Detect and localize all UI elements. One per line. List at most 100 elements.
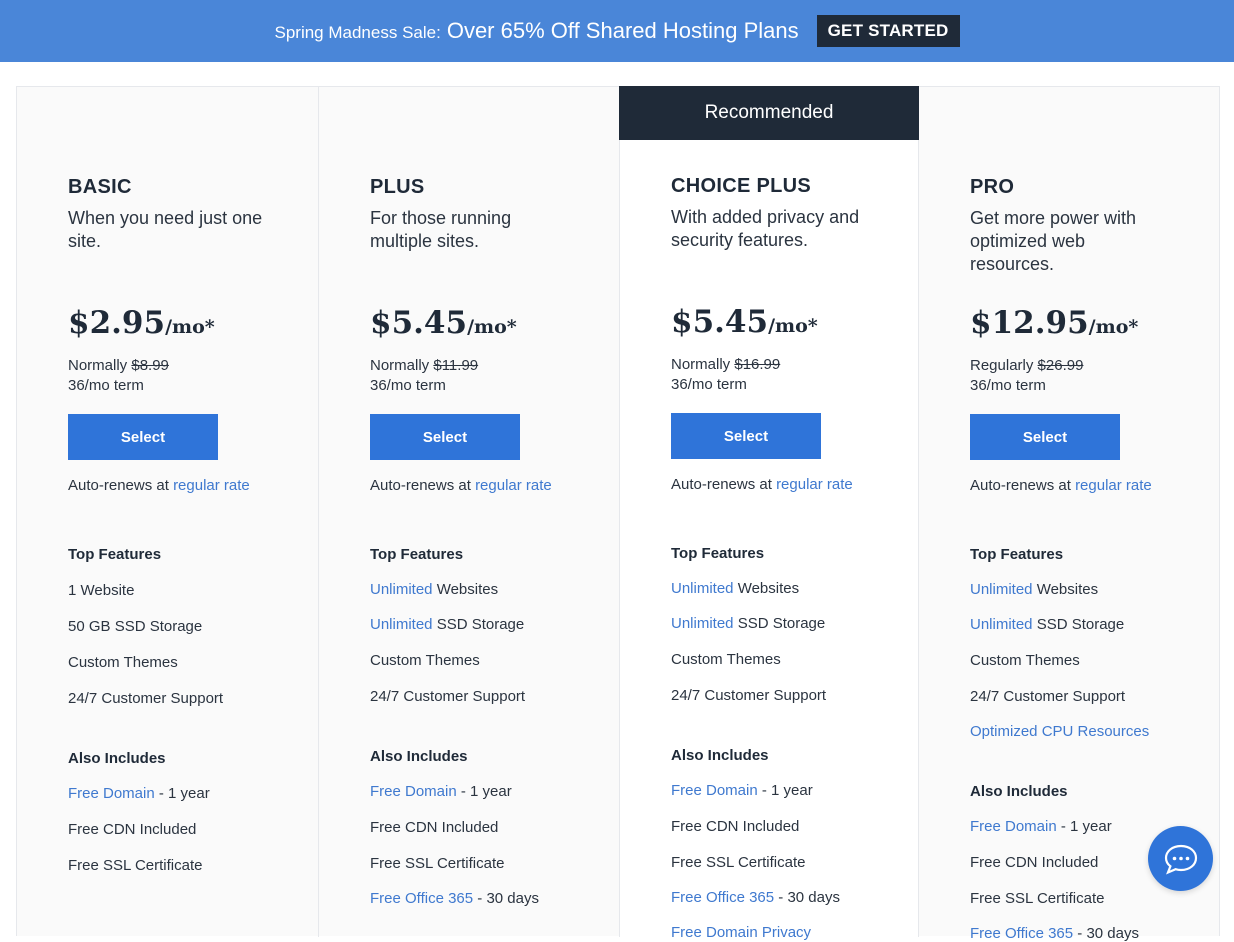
normal-price-strikethrough: $16.99 xyxy=(734,356,781,373)
also-includes-item: Free Domain Privacy xyxy=(671,924,811,941)
include-link[interactable]: Free Domain xyxy=(671,782,758,799)
feature-item: Unlimited SSD Storage xyxy=(370,616,524,633)
feature-text: 50 GB SSD Storage xyxy=(68,618,203,635)
normal-price-line: Normally $11.99 xyxy=(370,357,478,374)
feature-text: Websites xyxy=(432,581,499,598)
select-button[interactable]: Select xyxy=(68,414,218,460)
also-includes-item: Free Office 365 - 30 days xyxy=(671,889,840,906)
also-includes-item: Free Office 365 - 30 days xyxy=(970,925,1139,942)
plan-column-pro: PRO Get more power with optimized web res… xyxy=(919,87,1220,942)
term-length: 36/mo term xyxy=(970,377,1046,394)
plan-column-plus: PLUS For those running multiple sites. $5.… xyxy=(318,87,619,937)
feature-text: Websites xyxy=(733,580,800,597)
plan-name: PLUS xyxy=(370,176,425,198)
feature-link[interactable]: Unlimited xyxy=(671,615,734,632)
plan-description: When you need just one site. xyxy=(68,208,263,251)
also-includes-item: Free SSL Certificate xyxy=(970,890,1105,907)
include-text: Free CDN Included xyxy=(671,818,800,835)
include-text: - 1 year xyxy=(154,785,210,802)
feature-item: Custom Themes xyxy=(970,652,1080,669)
feature-item: 24/7 Customer Support xyxy=(671,687,826,704)
include-text: Free SSL Certificate xyxy=(68,857,203,874)
include-link[interactable]: Free Domain xyxy=(370,783,457,800)
top-features-title: Top Features xyxy=(970,546,1064,563)
feature-item: Optimized CPU Resources xyxy=(970,723,1149,740)
select-button[interactable]: Select xyxy=(370,414,520,460)
include-link[interactable]: Free Office 365 xyxy=(970,925,1073,942)
feature-link[interactable]: Unlimited xyxy=(370,581,433,598)
select-button[interactable]: Select xyxy=(970,414,1120,460)
regular-rate-link[interactable]: regular rate xyxy=(776,476,853,493)
regular-rate-link[interactable]: regular rate xyxy=(475,477,552,494)
pricing-table: PRO Get more power with optimized web res… xyxy=(16,86,1220,942)
term-length: 36/mo term xyxy=(68,377,144,394)
feature-item: 50 GB SSD Storage xyxy=(68,618,202,635)
feature-item: 24/7 Customer Support xyxy=(370,688,525,705)
include-text: Free CDN Included xyxy=(68,821,197,838)
also-includes-item: Free Domain - 1 year xyxy=(671,782,813,799)
feature-item: 24/7 Customer Support xyxy=(68,690,223,707)
get-started-button[interactable]: GET STARTED xyxy=(816,15,960,47)
plan-price: $12.95/mo* xyxy=(970,305,1138,341)
feature-item: Custom Themes xyxy=(671,651,781,668)
feature-link[interactable]: Unlimited xyxy=(970,616,1033,633)
feature-item: Unlimited SSD Storage xyxy=(671,615,825,632)
plan-price: $5.45/mo* xyxy=(671,304,818,340)
include-text: - 30 days xyxy=(473,890,539,907)
price-unit: /mo* xyxy=(1088,316,1139,338)
include-link[interactable]: Free Domain Privacy xyxy=(671,924,811,941)
include-text: Free SSL Certificate xyxy=(970,890,1105,907)
feature-text: Custom Themes xyxy=(671,651,781,668)
also-includes-item: Free Office 365 - 30 days xyxy=(370,890,539,907)
include-link[interactable]: Free Domain xyxy=(68,785,155,802)
plan-column-basic: BASIC When you need just one site. $2.95/m… xyxy=(17,87,318,937)
promo-headline: Over 65% Off Shared Hosting Plans xyxy=(446,18,799,43)
also-includes-item: Free Domain - 1 year xyxy=(970,818,1112,835)
price-amount: $5.45 xyxy=(370,305,468,341)
price-amount: $5.45 xyxy=(671,304,769,340)
normal-price-label: Normally xyxy=(370,357,430,374)
chat-button[interactable] xyxy=(1148,826,1213,891)
price-unit: /mo* xyxy=(768,315,818,337)
also-includes-item: Free CDN Included xyxy=(370,819,498,836)
feature-item: Unlimited SSD Storage xyxy=(970,616,1124,633)
price-unit: /mo* xyxy=(467,316,517,338)
feature-text: 24/7 Customer Support xyxy=(970,688,1126,705)
feature-link[interactable]: Optimized CPU Resources xyxy=(970,723,1149,740)
feature-item: Unlimited Websites xyxy=(671,580,799,597)
feature-text: 24/7 Customer Support xyxy=(370,688,526,705)
include-text: Free CDN Included xyxy=(970,854,1099,871)
feature-link[interactable]: Unlimited xyxy=(671,580,734,597)
plan-name: BASIC xyxy=(68,176,132,198)
normal-price-label: Regularly xyxy=(970,357,1034,374)
plan-name: CHOICE PLUS xyxy=(671,175,811,197)
top-features-title: Top Features xyxy=(370,546,464,563)
include-link[interactable]: Free Domain xyxy=(970,818,1057,835)
normal-price-label: Normally xyxy=(68,357,128,374)
auto-renew-note: Auto-renews at regular rate xyxy=(671,476,853,493)
feature-link[interactable]: Unlimited xyxy=(370,616,433,633)
recommended-badge: Recommended xyxy=(619,86,919,140)
plan-price: $5.45/mo* xyxy=(370,305,517,341)
include-link[interactable]: Free Office 365 xyxy=(671,889,774,906)
normal-price-strikethrough: $26.99 xyxy=(1037,357,1084,374)
feature-link[interactable]: Unlimited xyxy=(970,581,1033,598)
term-length: 36/mo term xyxy=(370,377,446,394)
select-button[interactable]: Select xyxy=(671,413,821,459)
auto-renew-text: Auto-renews at xyxy=(68,477,169,494)
regular-rate-link[interactable]: regular rate xyxy=(1075,477,1152,494)
plan-name: PRO xyxy=(970,176,1015,198)
also-includes-item: Free SSL Certificate xyxy=(370,855,505,872)
include-link[interactable]: Free Office 365 xyxy=(370,890,473,907)
auto-renew-text: Auto-renews at xyxy=(970,477,1071,494)
also-includes-item: Free CDN Included xyxy=(970,854,1098,871)
include-text: - 30 days xyxy=(774,889,840,906)
also-includes-title: Also Includes xyxy=(370,748,468,765)
price-amount: $12.95 xyxy=(970,305,1089,341)
regular-rate-link[interactable]: regular rate xyxy=(173,477,250,494)
plan-description: With added privacy and security features… xyxy=(671,207,860,250)
plan-price: $2.95/mo* xyxy=(68,305,215,341)
feature-item: 1 Website xyxy=(68,582,134,599)
auto-renew-note: Auto-renews at regular rate xyxy=(970,477,1152,494)
include-text: - 30 days xyxy=(1073,925,1139,942)
